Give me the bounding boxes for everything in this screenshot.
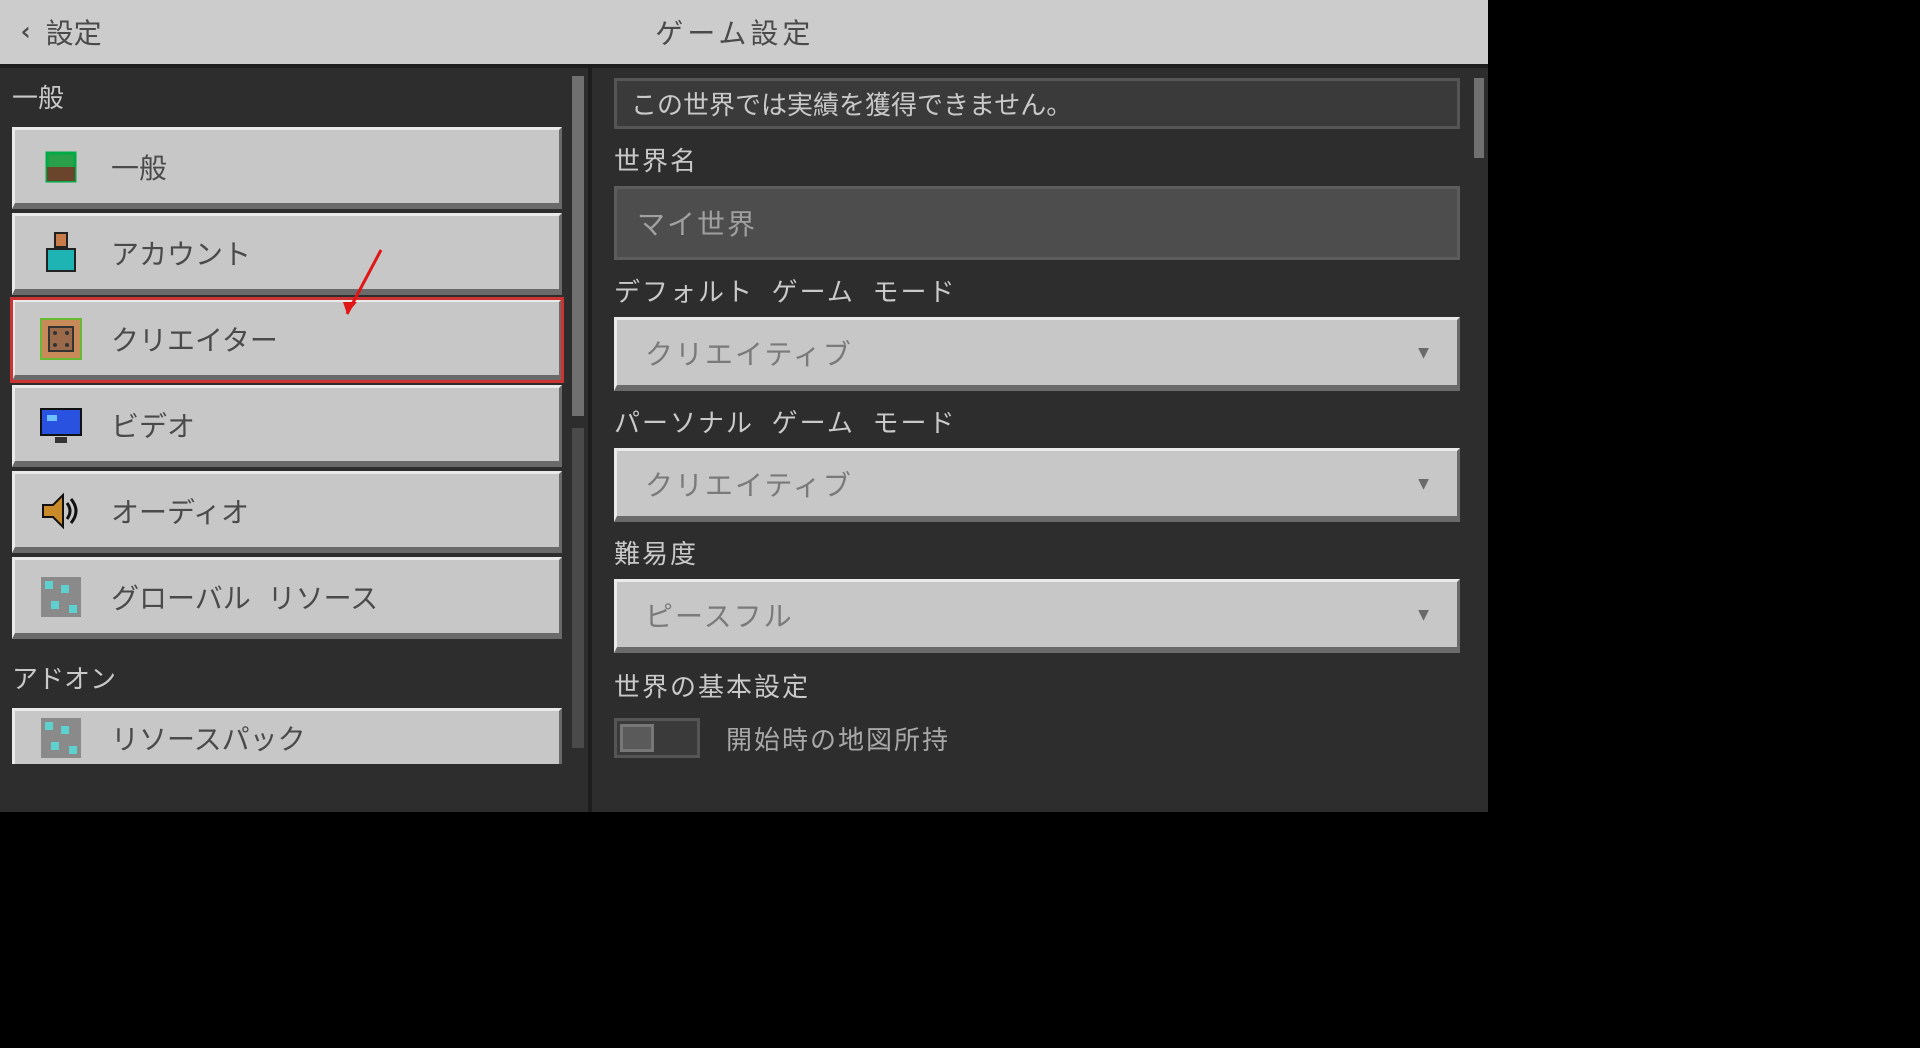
scrollbar-track-lower [572, 428, 584, 748]
scrollbar-thumb[interactable] [1474, 78, 1484, 158]
sidebar-item-resource-pack[interactable]: リソースパック [12, 708, 562, 764]
starting-map-label: 開始時の地図所持 [726, 720, 950, 757]
default-mode-select[interactable]: クリエイティブ ▼ [614, 317, 1460, 391]
sidebar-category-addon: アドオン [8, 657, 566, 704]
resource-icon [39, 716, 83, 760]
back-button[interactable]: ‹ 設定 [0, 12, 102, 52]
account-icon [39, 231, 83, 275]
difficulty-select[interactable]: ピースフル ▼ [614, 579, 1460, 653]
world-name-value: マイ世界 [637, 203, 757, 243]
personal-mode-select[interactable]: クリエイティブ ▼ [614, 448, 1460, 522]
speaker-icon [39, 489, 83, 533]
sidebar-scrollbar[interactable] [572, 68, 588, 812]
personal-mode-value: クリエイティブ [645, 464, 853, 504]
world-basic-settings-label: 世界の基本設定 [614, 667, 1460, 704]
default-mode-value: クリエイティブ [645, 333, 853, 373]
sidebar-item-label: クリエイター [111, 319, 278, 359]
resource-icon [39, 575, 83, 619]
chevron-down-icon: ▼ [1418, 342, 1431, 363]
page-title: ゲーム設定 [102, 12, 1368, 52]
sidebar-item-general[interactable]: 一般 [12, 127, 562, 209]
monitor-icon [39, 403, 83, 447]
back-label: 設定 [46, 12, 102, 52]
title-bar: ‹ 設定 ゲーム設定 [0, 0, 1488, 68]
sidebar-item-audio[interactable]: オーディオ [12, 471, 562, 553]
world-name-label: 世界名 [614, 141, 1460, 178]
chevron-left-icon: ‹ [18, 17, 34, 47]
starting-map-toggle[interactable] [614, 718, 700, 758]
sidebar-item-account[interactable]: アカウント [12, 213, 562, 295]
sidebar-inner: 一般 一般 アカウント クリエイタ [0, 68, 572, 812]
sidebar-item-label: オーディオ [111, 491, 249, 531]
main-panel: この世界では実績を獲得できません。 世界名 マイ世界 デフォルト ゲーム モード… [592, 68, 1488, 812]
cube-icon [39, 145, 83, 189]
toggle-knob [620, 724, 654, 752]
difficulty-value: ピースフル [645, 595, 794, 635]
achievement-notice: この世界では実績を獲得できません。 [614, 78, 1460, 129]
world-name-input[interactable]: マイ世界 [614, 186, 1460, 260]
sidebar: 一般 一般 アカウント クリエイタ [0, 68, 592, 812]
chevron-down-icon: ▼ [1418, 604, 1431, 625]
command-block-icon [39, 317, 83, 361]
sidebar-item-label: ビデオ [111, 405, 195, 445]
personal-mode-label: パーソナル ゲーム モード [614, 403, 1460, 440]
chevron-down-icon: ▼ [1418, 473, 1431, 494]
sidebar-item-video[interactable]: ビデオ [12, 385, 562, 467]
main-scrollbar[interactable] [1472, 68, 1488, 812]
sidebar-item-creator[interactable]: クリエイター [12, 299, 562, 381]
main-inner: この世界では実績を獲得できません。 世界名 マイ世界 デフォルト ゲーム モード… [592, 68, 1472, 812]
default-mode-label: デフォルト ゲーム モード [614, 272, 1460, 309]
sidebar-item-label: アカウント [111, 233, 251, 273]
sidebar-item-global-resources[interactable]: グローバル リソース [12, 557, 562, 639]
sidebar-category-general: 一般 [8, 76, 566, 123]
sidebar-item-label: グローバル リソース [111, 577, 378, 617]
sidebar-item-label: リソースパック [111, 718, 306, 758]
scrollbar-thumb[interactable] [572, 76, 584, 416]
starting-map-row: 開始時の地図所持 [614, 718, 1460, 758]
difficulty-label: 難易度 [614, 534, 1460, 571]
body: 一般 一般 アカウント クリエイタ [0, 68, 1488, 812]
app-root: ‹ 設定 ゲーム設定 一般 一般 アカウント [0, 0, 1488, 812]
sidebar-item-label: 一般 [111, 147, 167, 187]
